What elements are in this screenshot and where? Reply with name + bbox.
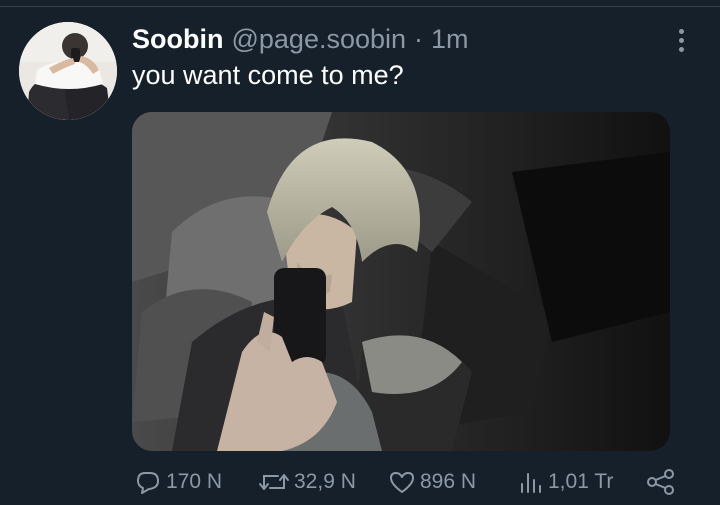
share-button[interactable] <box>646 462 676 502</box>
tweet-actions-bar: 170 N 32,9 N 896 N 1,01 Tr <box>0 462 720 502</box>
views-count: 1,01 Tr <box>548 470 614 493</box>
vertical-dots-icon <box>678 37 684 43</box>
reply-button[interactable]: 170 N <box>134 462 222 502</box>
tweet-header: Soobin @page.soobin · 1m <box>132 24 469 56</box>
avatar[interactable] <box>19 22 117 120</box>
more-options-button[interactable] <box>668 24 694 56</box>
heart-icon <box>390 472 414 493</box>
share-icon <box>647 469 674 495</box>
tweet-time[interactable]: 1m <box>431 24 469 55</box>
reply-count: 170 N <box>166 470 223 493</box>
like-button[interactable]: 896 N <box>388 462 476 502</box>
display-name[interactable]: Soobin <box>132 24 223 55</box>
retweet-count: 32,9 N <box>294 470 356 493</box>
separator-dot: · <box>414 24 424 54</box>
avatar-photo <box>19 22 117 120</box>
photo-content <box>132 112 670 451</box>
user-handle[interactable]: @page.soobin <box>231 24 406 55</box>
top-divider <box>0 0 720 7</box>
speech-bubble-icon <box>137 472 159 494</box>
tweet-photo[interactable] <box>132 112 670 451</box>
vertical-dots-icon <box>678 46 684 52</box>
retweet-icon <box>259 474 289 490</box>
bar-chart-icon <box>521 473 541 493</box>
tweet-text: you want come to me? <box>132 60 404 90</box>
like-count: 896 N <box>420 470 477 493</box>
views-button[interactable]: 1,01 Tr <box>518 462 613 502</box>
vertical-dots-icon <box>678 28 684 34</box>
retweet-button[interactable]: 32,9 N <box>258 462 356 502</box>
